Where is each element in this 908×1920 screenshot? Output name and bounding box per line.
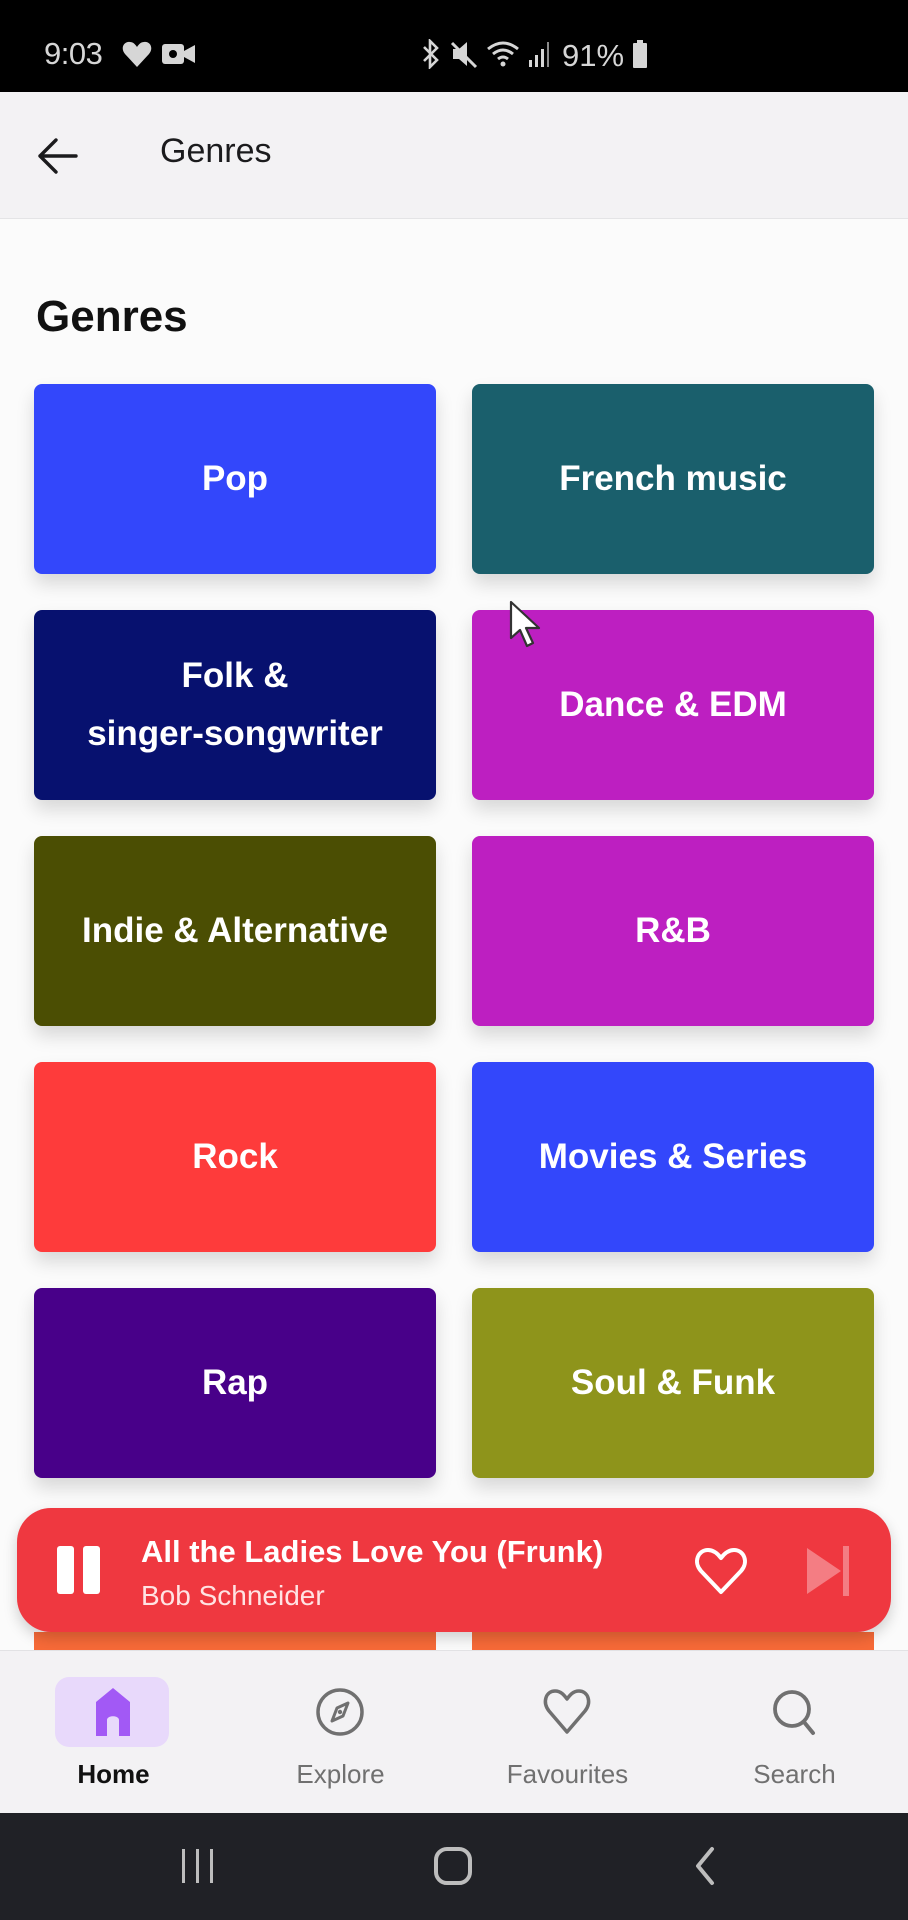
back-chevron-icon: [696, 1847, 714, 1885]
mini-player[interactable]: All the Ladies Love You (Frunk) Bob Schn…: [17, 1508, 891, 1632]
genre-tile[interactable]: Soul & Funk: [472, 1288, 874, 1478]
skip-next-button[interactable]: [803, 1544, 855, 1598]
compass-icon: [316, 1688, 364, 1736]
genre-label-line: Pop: [201, 459, 269, 498]
genre-tile[interactable]: Pop: [34, 384, 436, 574]
genre-label-line: Soul & Funk: [570, 1363, 776, 1402]
nav-label: Home: [77, 1759, 150, 1789]
genre-tile[interactable]: Indie & Alternative: [34, 836, 436, 1026]
app-bar: Genres: [0, 92, 908, 219]
search-icon: [773, 1690, 815, 1735]
arrow-left-icon: [38, 138, 78, 174]
status-bar: 9:03 91%: [0, 0, 908, 92]
mouse-cursor-icon: [508, 600, 544, 655]
genre-tile[interactable]: French music: [472, 384, 874, 574]
signal-icon: [528, 40, 550, 73]
nav-item-favourites[interactable]: Favourites: [454, 1651, 681, 1814]
bottom-nav: Home Explore Favourites Search: [0, 1650, 908, 1814]
genre-tile-partial[interactable]: [34, 1632, 436, 1650]
genre-label: French music: [559, 450, 787, 508]
genre-label-line: Folk &: [181, 656, 289, 695]
genre-label-line: singer-songwriter: [87, 714, 383, 753]
recent-apps-icon: [182, 1849, 213, 1883]
genre-label: Indie & Alternative: [82, 902, 388, 960]
genre-tile[interactable]: Folk & singer-songwriter: [34, 610, 436, 800]
mute-icon: [450, 39, 478, 74]
genre-label: Dance & EDM: [559, 676, 787, 734]
now-playing-artist: Bob Schneider: [141, 1580, 325, 1611]
genre-label-line: Rap: [201, 1363, 269, 1402]
video-record-icon: [162, 42, 196, 71]
genre-tile[interactable]: R&B: [472, 836, 874, 1026]
genre-label: Folk & singer-songwriter: [87, 647, 383, 763]
health-heart-icon: [122, 40, 152, 73]
nav-label: Explore: [296, 1759, 385, 1789]
pause-button[interactable]: [57, 1546, 101, 1594]
heart-icon: [695, 1548, 747, 1594]
genre-tile-partial[interactable]: [472, 1632, 874, 1650]
system-back-button[interactable]: [690, 1841, 720, 1896]
wifi-icon: [486, 40, 520, 73]
genre-label-line: Dance & EDM: [559, 685, 787, 724]
heart-icon: [543, 1689, 591, 1734]
genre-label-line: Rock: [192, 1137, 278, 1176]
status-time: 9:03: [44, 36, 103, 71]
genre-label-line: Movies & Series: [538, 1137, 808, 1176]
genre-tile[interactable]: Rap: [34, 1288, 436, 1478]
genre-label: Rock: [192, 1128, 278, 1186]
system-home-button[interactable]: [430, 1841, 476, 1896]
nav-item-search[interactable]: Search: [681, 1651, 908, 1814]
genre-label-line: R&B: [635, 911, 711, 950]
genre-label: Rap: [202, 1354, 268, 1412]
back-button[interactable]: [30, 128, 86, 184]
nav-label: Search: [753, 1759, 836, 1789]
section-title: Genres: [36, 292, 188, 341]
bluetooth-icon: [420, 37, 442, 74]
genre-tile[interactable]: Movies & Series: [472, 1062, 874, 1252]
now-playing-title: All the Ladies Love You (Frunk): [141, 1534, 604, 1569]
nav-item-home[interactable]: Home: [0, 1651, 227, 1814]
home-circle-icon: [434, 1847, 472, 1885]
skip-next-icon: [807, 1546, 849, 1596]
system-nav-bar: [0, 1813, 908, 1920]
genre-label: Pop: [202, 450, 268, 508]
genre-label-line: Indie & Alternative: [82, 911, 388, 950]
genre-label: R&B: [635, 902, 711, 960]
home-icon: [96, 1688, 130, 1736]
genre-label-line: French music: [559, 459, 787, 498]
battery-percent: 91%: [562, 38, 625, 73]
genre-label: Movies & Series: [539, 1128, 807, 1186]
favourite-button[interactable]: [693, 1546, 749, 1596]
genre-label: Soul & Funk: [571, 1354, 775, 1412]
nav-label: Favourites: [506, 1759, 629, 1789]
app-bar-title: Genres: [160, 132, 272, 170]
battery-icon: [632, 39, 648, 73]
recent-apps-button[interactable]: [178, 1841, 218, 1896]
nav-item-explore[interactable]: Explore: [227, 1651, 454, 1814]
genre-tile[interactable]: Rock: [34, 1062, 436, 1252]
